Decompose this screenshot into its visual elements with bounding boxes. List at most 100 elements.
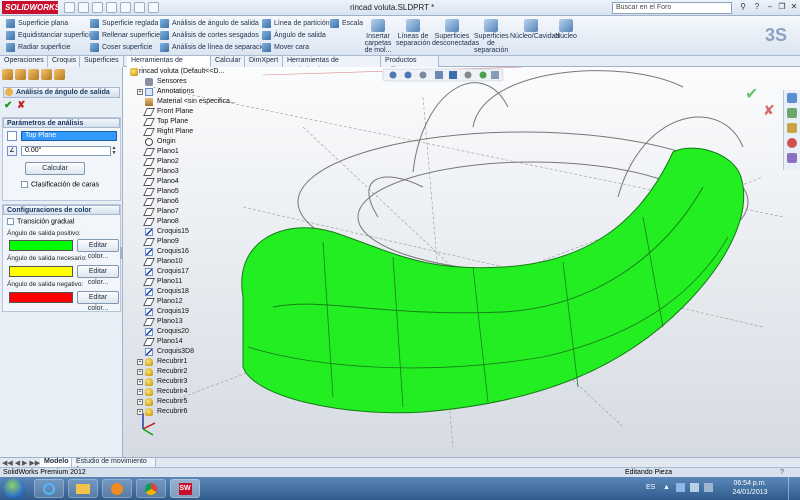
open-icon[interactable] bbox=[78, 2, 89, 13]
options-icon[interactable] bbox=[148, 2, 159, 13]
tree-item[interactable]: + Recubrir5 bbox=[127, 397, 235, 407]
tree-item[interactable]: Plano4 bbox=[127, 177, 235, 187]
feature-manager-icon[interactable] bbox=[2, 69, 13, 80]
expand-icon[interactable]: + bbox=[137, 89, 143, 95]
tree-item[interactable]: Origin bbox=[127, 137, 235, 147]
pane-splitter[interactable] bbox=[120, 247, 123, 259]
planar-surface-button[interactable]: Superficie plana bbox=[6, 18, 68, 29]
zoom-fit-icon[interactable] bbox=[389, 71, 397, 79]
start-button[interactable] bbox=[4, 478, 25, 499]
confirm-ok-icon[interactable]: ✔ bbox=[745, 84, 758, 103]
ruled-surface-button[interactable]: Superficie reglada bbox=[90, 18, 158, 29]
view-orientation-icon[interactable] bbox=[449, 71, 457, 79]
tree-item[interactable]: Plano2 bbox=[127, 157, 235, 167]
show-desktop-button[interactable] bbox=[788, 477, 800, 500]
search-input[interactable]: Buscar en el Foro bbox=[612, 2, 732, 14]
tree-item[interactable]: Plano5 bbox=[127, 187, 235, 197]
core-button[interactable]: Núcleo bbox=[554, 19, 578, 40]
tree-item[interactable]: Right Plane bbox=[127, 127, 235, 137]
display-style-icon[interactable] bbox=[464, 71, 472, 79]
save-icon[interactable] bbox=[92, 2, 103, 13]
tree-item[interactable]: Material <sin especifica... bbox=[127, 97, 236, 107]
core-cavity-button[interactable]: Núcleo/Cavidad bbox=[510, 19, 559, 40]
expand-icon[interactable]: + bbox=[137, 399, 143, 405]
tree-item[interactable]: Plano1 bbox=[127, 147, 235, 157]
edit-required-color-button[interactable]: Editar color... bbox=[77, 265, 119, 286]
tree-item[interactable]: Front Plane bbox=[127, 107, 235, 117]
tree-item[interactable]: Plano12 bbox=[127, 297, 235, 307]
appearances-icon[interactable] bbox=[787, 138, 797, 148]
expand-icon[interactable]: + bbox=[137, 359, 143, 365]
confirm-cancel-icon[interactable]: ✘ bbox=[763, 103, 775, 119]
scroll-arrows[interactable]: ◀◀ ◀ ▶ ▶▶ bbox=[2, 459, 40, 467]
edit-positive-color-button[interactable]: Editar color... bbox=[77, 239, 119, 260]
tree-item[interactable]: + Recubrir6 bbox=[127, 407, 235, 417]
expand-icon[interactable]: + bbox=[137, 379, 143, 385]
scene-icon[interactable] bbox=[491, 71, 499, 79]
pull-direction-field[interactable]: Top Plane bbox=[21, 131, 117, 141]
tree-item[interactable]: Sensores bbox=[127, 77, 235, 87]
tree-item[interactable]: Croquis19 bbox=[127, 307, 235, 317]
previous-view-icon[interactable] bbox=[419, 71, 427, 79]
tooling-split-button[interactable]: Insertar carpetas de mol... bbox=[362, 19, 394, 54]
edit-negative-color-button[interactable]: Editar color... bbox=[77, 291, 119, 312]
taskbar-chrome-icon[interactable] bbox=[136, 479, 166, 498]
print-icon[interactable] bbox=[106, 2, 117, 13]
language-indicator[interactable]: ES bbox=[646, 484, 655, 491]
radiate-surface-button[interactable]: Radiar superficie bbox=[6, 42, 71, 53]
tab-office[interactable]: Productos Office bbox=[381, 56, 439, 74]
cancel-x-icon[interactable]: ✘ bbox=[17, 100, 25, 111]
undercut-analysis-button[interactable]: Análisis de cortes sesgados bbox=[160, 30, 259, 41]
tree-item[interactable]: Plano14 bbox=[127, 337, 235, 347]
tree-item[interactable]: Plano9 bbox=[127, 237, 235, 247]
zoom-area-icon[interactable] bbox=[404, 71, 412, 79]
tab-modelo[interactable]: Modelo bbox=[40, 458, 72, 467]
expand-icon[interactable]: + bbox=[137, 409, 143, 415]
tree-item[interactable]: Croquis3D8 bbox=[127, 347, 235, 357]
new-icon[interactable] bbox=[64, 2, 75, 13]
taskbar-media-icon[interactable] bbox=[102, 479, 132, 498]
ok-check-icon[interactable]: ✔ bbox=[4, 100, 12, 111]
draft-button[interactable]: Ángulo de salida bbox=[262, 30, 326, 41]
tab-dimxpert[interactable]: DimXpert bbox=[245, 56, 283, 67]
tree-item[interactable]: Plano7 bbox=[127, 207, 235, 217]
search-icon[interactable]: ⚲ bbox=[737, 2, 749, 13]
tab-herramientas-moldes[interactable]: Herramientas de moldes bbox=[127, 56, 211, 74]
solidworks-logo[interactable]: SOLIDWORKS bbox=[2, 1, 60, 14]
tree-root[interactable]: rincad voluta (Default<<D... bbox=[127, 67, 235, 77]
shut-off-surfaces-button[interactable]: Superficies desconectadas bbox=[432, 19, 479, 47]
tree-item[interactable]: Croquis17 bbox=[127, 267, 235, 277]
configuration-manager-icon[interactable] bbox=[28, 69, 39, 80]
draft-analysis-button[interactable]: Análisis de ángulo de salida bbox=[160, 18, 259, 29]
tab-calcular[interactable]: Calcular bbox=[211, 56, 245, 67]
rebuild-icon[interactable] bbox=[134, 2, 145, 13]
scale-button[interactable]: Escala bbox=[330, 18, 363, 29]
tree-item[interactable]: Plano6 bbox=[127, 197, 235, 207]
tab-croquis[interactable]: Croquis bbox=[48, 56, 80, 67]
tree-item[interactable]: + Annotations bbox=[127, 87, 235, 97]
resources-icon[interactable] bbox=[787, 93, 797, 103]
expand-icon[interactable]: + bbox=[137, 369, 143, 375]
tray-network-icon[interactable] bbox=[690, 483, 699, 492]
tree-item[interactable]: Croquis15 bbox=[127, 227, 235, 237]
undo-icon[interactable] bbox=[120, 2, 131, 13]
gradual-transition-check[interactable] bbox=[7, 218, 14, 225]
clock[interactable]: 06:54 p.m. 24/01/2013 bbox=[720, 479, 780, 497]
move-face-button[interactable]: Mover cara bbox=[262, 42, 309, 53]
tree-item[interactable]: Plano13 bbox=[127, 317, 235, 327]
face-classification-check[interactable] bbox=[21, 181, 28, 188]
tree-item[interactable]: + Recubrir2 bbox=[127, 367, 235, 377]
appearance-icon[interactable] bbox=[479, 71, 487, 79]
design-library-icon[interactable] bbox=[787, 108, 797, 118]
parting-line-analysis-button[interactable]: Análisis de línea de separación bbox=[160, 42, 269, 53]
split-line-button[interactable]: Línea de partición bbox=[262, 18, 330, 29]
draft-angle-input[interactable]: 0.00° bbox=[21, 146, 111, 156]
knit-surface-button[interactable]: Coser superficie bbox=[90, 42, 153, 53]
status-help-icon[interactable]: ? bbox=[780, 468, 784, 477]
parting-lines-button[interactable]: Líneas de separación bbox=[396, 19, 430, 47]
tree-item[interactable]: Croquis16 bbox=[127, 247, 235, 257]
tab-renderizado[interactable]: Herramientas de renderizado bbox=[283, 56, 381, 74]
tree-item[interactable]: + Recubrir1 bbox=[127, 357, 235, 367]
tray-expand-icon[interactable]: ▲ bbox=[663, 484, 670, 491]
fill-surface-button[interactable]: Rellenar superficie bbox=[90, 30, 160, 41]
